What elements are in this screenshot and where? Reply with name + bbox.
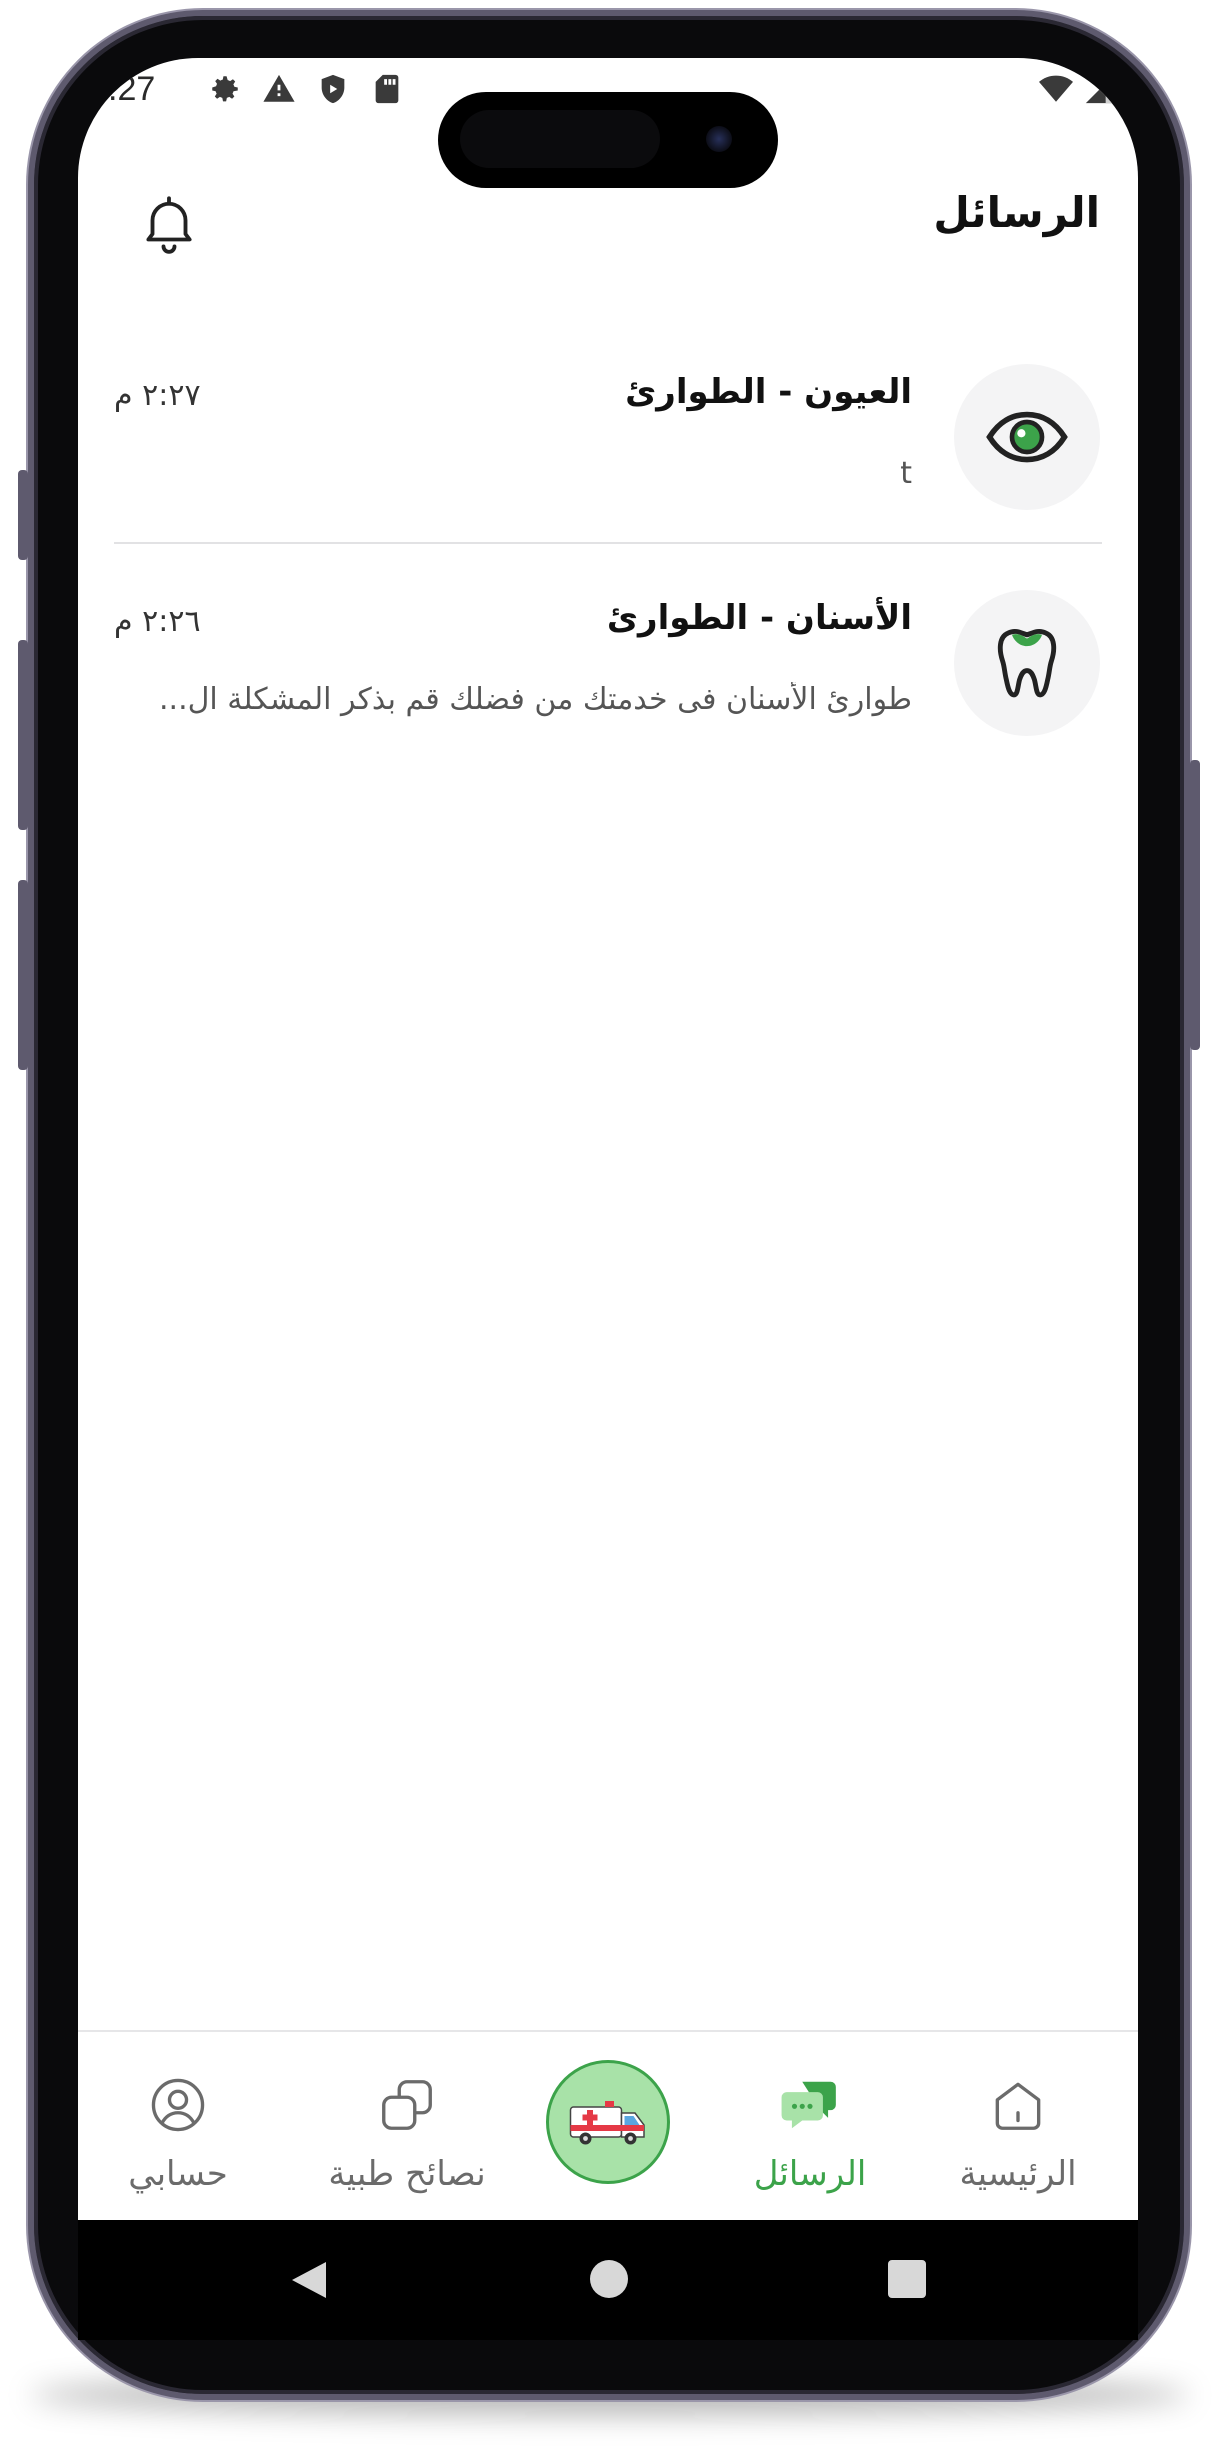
- emergency-ambulance-button[interactable]: [546, 2060, 670, 2184]
- nav-medical-tips[interactable]: نصائح طبية: [302, 2074, 512, 2194]
- volume-up-button: [18, 640, 28, 830]
- divider: [114, 542, 1102, 544]
- gear-icon: [212, 76, 238, 102]
- status-icons: [208, 72, 404, 106]
- dynamic-island: [438, 92, 778, 188]
- copy-squares-icon: [382, 2080, 432, 2130]
- wifi-icon: [1039, 75, 1073, 102]
- nav-account[interactable]: حسابي: [78, 2074, 278, 2194]
- volume-down-button: [18, 880, 28, 1070]
- conversation-avatar: [954, 364, 1100, 510]
- nav-medical-tips-label: نصائح طبية: [328, 2154, 486, 2194]
- eye-icon: [986, 411, 1068, 463]
- tooth-icon: [997, 629, 1057, 698]
- conversation-preview: t: [900, 456, 912, 491]
- sd-card-icon: [375, 74, 399, 104]
- home-icon: [995, 2082, 1041, 2130]
- conversation-avatar: [954, 590, 1100, 736]
- conversation-preview: طوارئ الأسنان فى خدمتك من فضلك قم بذكر ا…: [159, 682, 912, 717]
- nav-home-label: الرئيسية: [959, 2154, 1077, 2194]
- ambulance-icon: [569, 2101, 645, 2145]
- screen: .27 الرسائل العيون - الطوارئ ٢:٢٧ م t ال…: [78, 58, 1138, 2340]
- conversation-title: العيون - الطوارئ: [625, 372, 912, 412]
- user-circle-icon: [151, 2078, 205, 2132]
- front-camera-icon: [706, 126, 732, 152]
- action-button: [18, 470, 28, 560]
- nav-account-label: حسابي: [128, 2154, 228, 2194]
- chat-bubbles-icon: [781, 2081, 836, 2129]
- system-navigation-bar: [78, 2220, 1138, 2340]
- home-circle-icon[interactable]: [590, 2260, 628, 2298]
- shield-icon: [321, 74, 345, 104]
- bottom-nav: الرئيسية الرسائل نصائح طبية حسابي: [78, 2030, 1138, 2222]
- conversation-time: ٢:٢٦ م: [114, 604, 201, 639]
- nav-messages[interactable]: الرسائل: [710, 2074, 910, 2194]
- conversation-teeth-emergency[interactable]: الأسنان - الطوارئ ٢:٢٦ م طوارئ الأسنان ف…: [78, 590, 1138, 790]
- status-time: .27: [108, 70, 156, 108]
- recents-square-icon[interactable]: [888, 2260, 926, 2298]
- status-right-icons: [1038, 72, 1118, 106]
- nav-messages-label: الرسائل: [753, 2154, 867, 2194]
- signal-icon: [1085, 74, 1115, 104]
- conversation-time: ٢:٢٧ م: [114, 378, 201, 413]
- back-icon[interactable]: [290, 2260, 328, 2300]
- warning-icon: [263, 74, 295, 102]
- bell-icon[interactable]: [136, 190, 202, 256]
- nav-home[interactable]: الرئيسية: [918, 2074, 1118, 2194]
- page-title: الرسائل: [933, 188, 1100, 237]
- island-pill: [460, 110, 660, 168]
- power-button: [1190, 760, 1200, 1050]
- conversation-title: الأسنان - الطوارئ: [606, 598, 912, 638]
- conversation-eyes-emergency[interactable]: العيون - الطوارئ ٢:٢٧ م t: [78, 364, 1138, 564]
